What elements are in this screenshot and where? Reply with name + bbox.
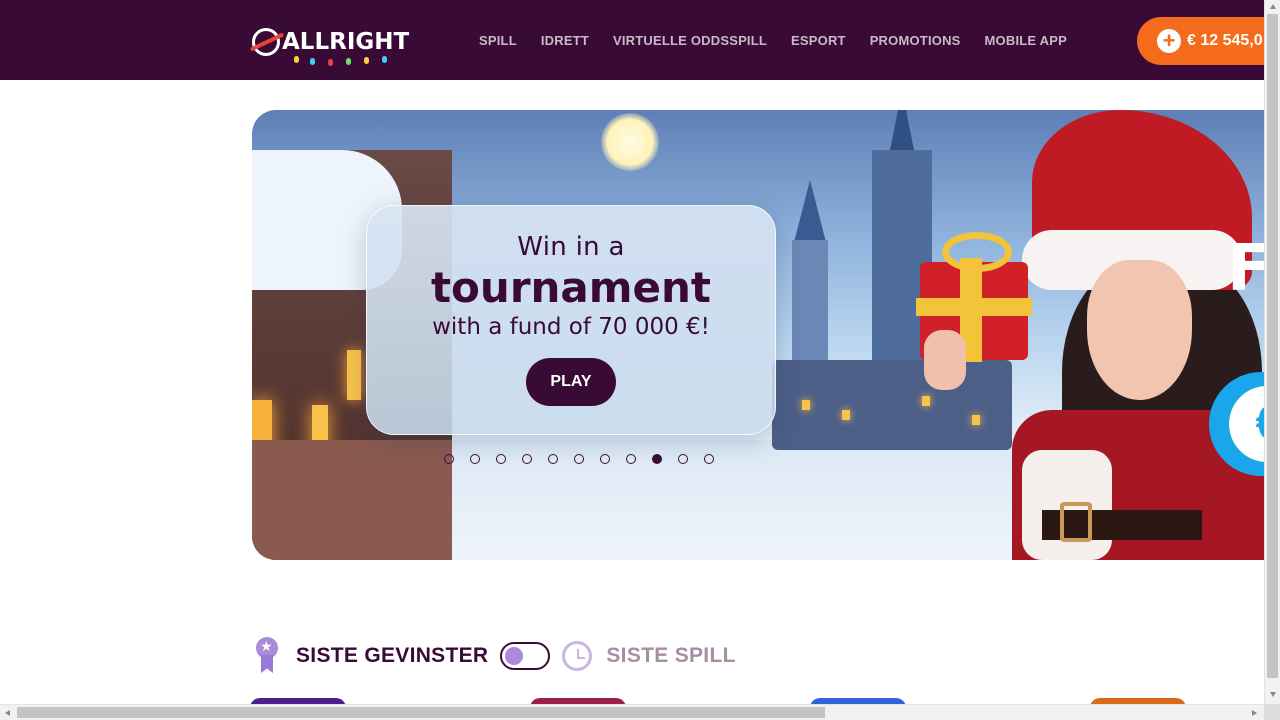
main-nav: SPILL IDRETT VIRTUELLE ODDSSPILL ESPORT … bbox=[467, 30, 1079, 52]
nav-item-promotions[interactable]: PROMOTIONS bbox=[870, 30, 961, 52]
scroll-left-icon[interactable] bbox=[5, 710, 10, 716]
carousel-dot[interactable] bbox=[574, 454, 584, 464]
brick-wall-illustration bbox=[252, 440, 452, 560]
promo-card: Win in a tournament with a fund of 70 00… bbox=[366, 205, 776, 435]
nav-item-idrett[interactable]: IDRETT bbox=[541, 30, 589, 52]
promo-line-3: with a fund of 70 000 €! bbox=[432, 314, 710, 340]
horizontal-scroll-thumb[interactable] bbox=[17, 707, 825, 718]
carousel-dot[interactable] bbox=[444, 454, 454, 464]
carousel-dot-active[interactable] bbox=[652, 454, 662, 464]
play-button[interactable]: PLAY bbox=[526, 358, 616, 406]
carousel-dots bbox=[436, 454, 722, 464]
nav-item-virtuelle-oddsspill[interactable]: VIRTUELLE ODDSSPILL bbox=[613, 30, 767, 52]
latest-wins-title[interactable]: SISTE GEVINSTER bbox=[296, 644, 488, 668]
carousel-dot[interactable] bbox=[600, 454, 610, 464]
hand-illustration bbox=[924, 330, 966, 390]
balance-amount: € 12 545,0 bbox=[1187, 32, 1263, 49]
nav-item-spill[interactable]: SPILL bbox=[479, 30, 517, 52]
deposit-balance-button[interactable]: + € 12 545,0 bbox=[1137, 17, 1264, 65]
santa-girl-face-illustration bbox=[1087, 260, 1192, 400]
carousel-dot[interactable] bbox=[626, 454, 636, 464]
scroll-up-icon[interactable] bbox=[1270, 4, 1276, 9]
village-illustration bbox=[772, 360, 1012, 450]
vertical-scrollbar[interactable] bbox=[1264, 0, 1280, 704]
scroll-down-icon[interactable] bbox=[1270, 692, 1276, 697]
page-viewport: ALLRIGHT SPILL IDRETT VIRTUELLE ODDSSPIL… bbox=[0, 0, 1264, 704]
scroll-right-icon[interactable] bbox=[1252, 710, 1257, 716]
latest-games-title[interactable]: SISTE SPILL bbox=[606, 644, 735, 668]
nav-item-esport[interactable]: ESPORT bbox=[791, 30, 846, 52]
winners-section-header: SISTE GEVINSTER SISTE SPILL bbox=[252, 636, 736, 676]
carousel-dot[interactable] bbox=[548, 454, 558, 464]
nav-item-mobile-app[interactable]: MOBILE APP bbox=[985, 30, 1067, 52]
medal-icon bbox=[252, 637, 282, 675]
logo-mark-icon bbox=[252, 28, 280, 56]
gift-bow-icon bbox=[942, 232, 1012, 272]
winners-games-toggle[interactable] bbox=[500, 642, 551, 670]
belt-buckle-illustration bbox=[1060, 502, 1092, 542]
logo[interactable]: ALLRIGHT bbox=[252, 20, 410, 66]
site-header: ALLRIGHT SPILL IDRETT VIRTUELLE ODDSSPIL… bbox=[0, 0, 1264, 80]
carousel-dot[interactable] bbox=[678, 454, 688, 464]
vertical-scroll-thumb[interactable] bbox=[1267, 14, 1278, 678]
hero-banner[interactable]: F € Win in a tournament with a fund of 7… bbox=[252, 110, 1264, 560]
horizontal-scrollbar[interactable] bbox=[0, 704, 1264, 720]
carousel-dot[interactable] bbox=[704, 454, 714, 464]
carousel-dot[interactable] bbox=[522, 454, 532, 464]
clock-icon bbox=[562, 641, 593, 671]
promo-line-1: Win in a bbox=[517, 232, 625, 262]
scrollbar-corner bbox=[1264, 704, 1280, 720]
carousel-dot[interactable] bbox=[470, 454, 480, 464]
plus-icon: + bbox=[1157, 29, 1181, 53]
carousel-dot[interactable] bbox=[496, 454, 506, 464]
moon-illustration bbox=[601, 113, 659, 171]
logo-text: ALLRIGHT bbox=[282, 29, 410, 55]
partial-promo-letter: F bbox=[1227, 232, 1264, 306]
toggle-knob bbox=[505, 647, 524, 665]
promo-headline: tournament bbox=[430, 263, 711, 312]
christmas-lights-icon bbox=[288, 54, 398, 66]
